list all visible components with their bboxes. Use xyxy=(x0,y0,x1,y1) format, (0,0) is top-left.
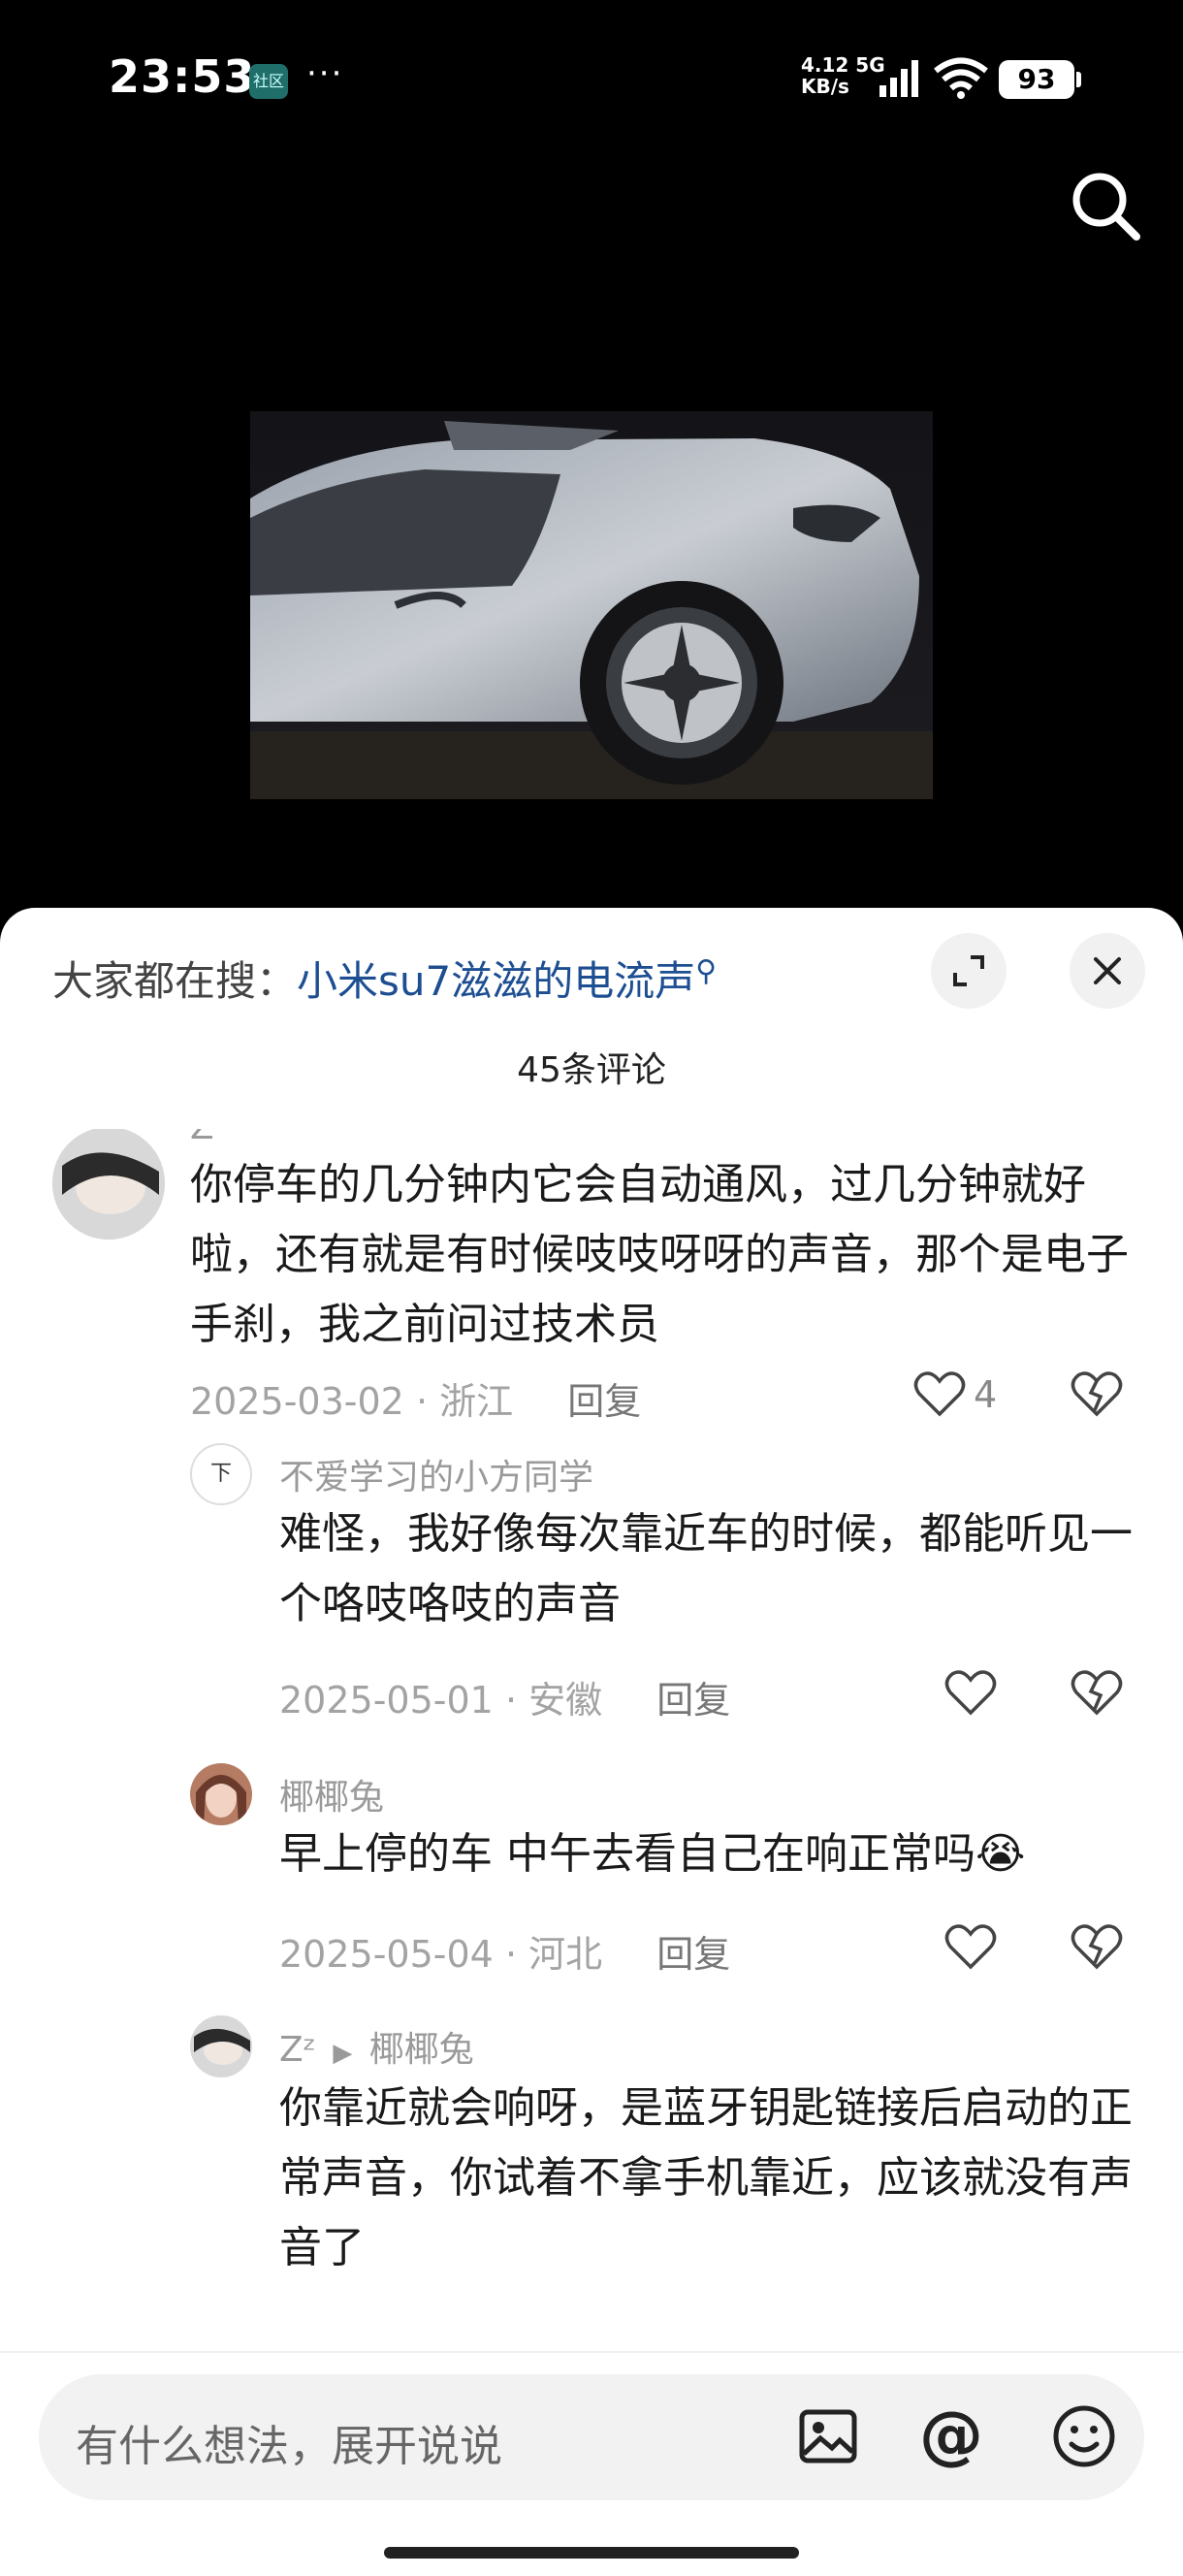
comment-text: 难怪，我好像每次靠近车的时候，都能听见一个咯吱咯吱的声音 xyxy=(279,1509,1133,1628)
comment-date: 2025-05-04 xyxy=(279,1933,494,1976)
avatar[interactable]: 下 xyxy=(190,1443,252,1505)
dislike-broken-heart-icon[interactable] xyxy=(1071,1922,1123,1971)
reply-to-username[interactable]: 椰椰兔 xyxy=(369,2030,474,2070)
hot-search-link[interactable]: 小米su7滋滋的电流声 xyxy=(297,957,695,1005)
network-speed: 4.12 5G KB/s xyxy=(801,54,885,97)
network-speed-value: 4.12 5G xyxy=(801,53,885,77)
reply-button[interactable]: 回复 xyxy=(567,1380,641,1423)
comment-meta: 2025-05-01 · 安徽 回复 xyxy=(279,1670,730,1723)
comment-meta: 2025-05-04 · 河北 回复 xyxy=(279,1924,730,1978)
avatar-glyph: 下 xyxy=(209,1462,232,1486)
more-notifications-icon: ··· xyxy=(306,54,344,93)
emoji-icon[interactable] xyxy=(1051,2403,1117,2469)
comment-username-row: Zᶻ ▶ 椰椰兔 xyxy=(279,2021,474,2072)
meta-separator: · xyxy=(504,1679,518,1722)
hot-search-prefix: 大家都在搜： xyxy=(52,957,298,1005)
comment-date: 2025-05-01 xyxy=(279,1679,494,1722)
wifi-icon xyxy=(934,57,988,99)
like-heart-icon[interactable] xyxy=(944,1668,997,1717)
home-indicator[interactable] xyxy=(384,2547,799,2559)
comment-location: 安徽 xyxy=(528,1679,603,1722)
video-thumbnail-car xyxy=(250,411,933,799)
comment-username[interactable]: Zᶻ xyxy=(279,2030,316,2070)
comment-input-placeholder[interactable]: 有什么想法，展开说说 xyxy=(76,2411,502,2473)
battery-indicator: 93 xyxy=(999,60,1081,99)
avatar-image xyxy=(190,1763,252,1825)
comment-input-bar[interactable]: 有什么想法，展开说说 @ xyxy=(39,2374,1144,2500)
like-count: 4 xyxy=(974,1373,998,1416)
status-time: 23:53 xyxy=(109,50,256,103)
comment-date: 2025-03-02 xyxy=(190,1380,404,1423)
close-icon xyxy=(1094,957,1121,984)
hot-search-bar[interactable]: 大家都在搜：小米su7滋滋的电流声⚲ xyxy=(52,949,717,1008)
mention-icon[interactable]: @ xyxy=(919,2398,983,2473)
comment-text: 早上停的车 中午去看自己在响正常吗😭 xyxy=(279,1829,1026,1879)
like-heart-icon[interactable] xyxy=(944,1922,997,1971)
reply-button[interactable]: 回复 xyxy=(656,1679,730,1722)
comment-count: 45条评论 xyxy=(517,1050,666,1090)
comment-username[interactable]: Z xyxy=(190,1129,214,1147)
comment-list: Z 你停车的几分钟内它会自动通风，过几分钟就好啦，还有就是有时候吱吱呀呀的声音，… xyxy=(0,1129,1183,2283)
network-speed-unit: KB/s xyxy=(801,75,849,98)
reply-button[interactable]: 回复 xyxy=(656,1933,730,1976)
comment-text: 你靠近就会响呀，是蓝牙钥匙链接后启动的正常声音，你试着不拿手机靠近，应该就没有声… xyxy=(279,2083,1133,2272)
status-bar: 23:53 社区 ··· 4.12 5G KB/s 93 xyxy=(0,0,1183,155)
comment-location: 浙江 xyxy=(439,1380,514,1423)
cell-signal-icon xyxy=(879,60,918,97)
comment-location: 河北 xyxy=(528,1933,603,1976)
comment-sheet: 大家都在搜：小米su7滋滋的电流声⚲ 45条评论 Z 你停车的几分钟内它会自动通… xyxy=(0,908,1183,2576)
comment-meta: 2025-03-02 · 浙江 回复 xyxy=(190,1371,641,1425)
community-badge: 社区 xyxy=(249,64,288,99)
expand-button[interactable] xyxy=(931,933,1007,1009)
video-player[interactable] xyxy=(250,411,933,799)
search-icon[interactable] xyxy=(1067,167,1144,244)
small-search-icon: ⚲ xyxy=(695,954,718,988)
avatar-image xyxy=(190,2015,252,2077)
close-button[interactable] xyxy=(1070,933,1145,1009)
image-picker-icon[interactable] xyxy=(797,2405,859,2467)
comment-username[interactable]: 不爱学习的小方同学 xyxy=(279,1449,593,1499)
meta-separator: · xyxy=(415,1380,429,1423)
dislike-broken-heart-icon[interactable] xyxy=(1071,1369,1123,1418)
divider xyxy=(0,2351,1183,2353)
comment-text: 你停车的几分钟内它会自动通风，过几分钟就好啦，还有就是有时候吱吱呀呀的声音，那个… xyxy=(190,1160,1129,1349)
avatar[interactable] xyxy=(190,2015,252,2077)
avatar[interactable] xyxy=(190,1763,252,1825)
expand-icon xyxy=(953,955,984,986)
avatar[interactable] xyxy=(52,1129,165,1240)
avatar-image xyxy=(52,1129,165,1240)
dislike-broken-heart-icon[interactable] xyxy=(1071,1668,1123,1717)
comment-username[interactable]: 椰椰兔 xyxy=(279,1769,384,1819)
meta-separator: · xyxy=(504,1933,518,1976)
like-heart-icon[interactable] xyxy=(913,1369,966,1418)
reply-arrow-icon: ▶ xyxy=(333,2039,353,2068)
